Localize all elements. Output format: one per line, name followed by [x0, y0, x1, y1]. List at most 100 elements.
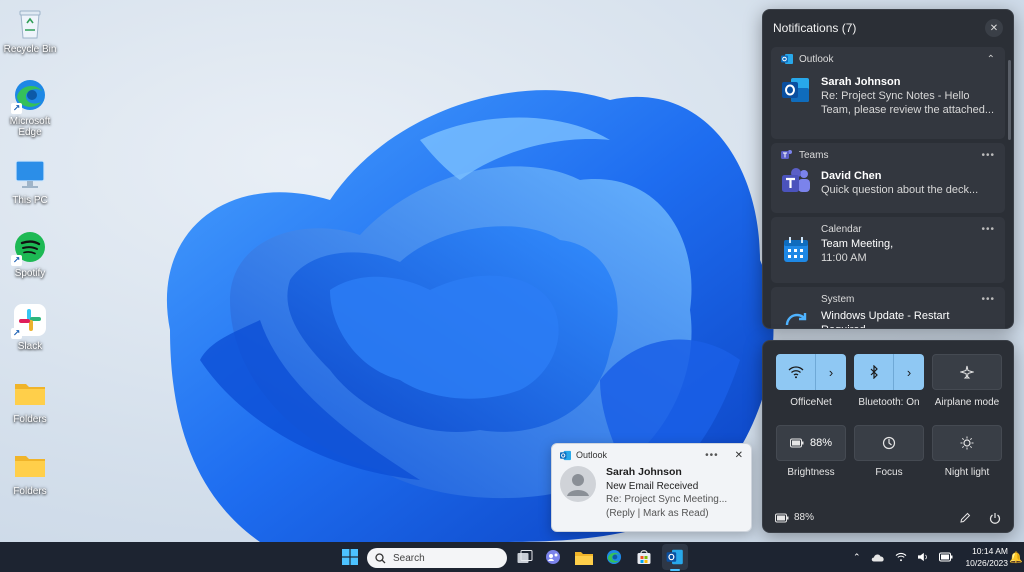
outlook-toast-notification[interactable]: Outlook ••• ✕ Sarah Johnson New Email Re…: [551, 443, 752, 532]
toast-header: Outlook ••• ✕: [552, 444, 751, 466]
taskbar-search[interactable]: Search: [367, 548, 507, 568]
edge-icon: [606, 549, 622, 565]
card-message: Windows Update - Restart Required: [821, 310, 950, 328]
card-event-time: 11:00 AM: [821, 252, 867, 264]
spotify-icon: ↗: [11, 230, 47, 266]
power-icon[interactable]: [989, 512, 1001, 524]
tile-label: OfficeNet: [790, 397, 832, 408]
speaker-icon[interactable]: [917, 552, 929, 562]
toast-content: Sarah Johnson New Email Received Re: Pro…: [552, 466, 751, 520]
shortcut-arrow-icon: ↗: [11, 328, 22, 339]
more-options-icon[interactable]: •••: [981, 150, 995, 161]
night-light-toggle[interactable]: [932, 425, 1002, 461]
chevron-up-icon[interactable]: ⌃: [853, 552, 861, 563]
folder-icon: [575, 551, 593, 565]
task-view-icon: [517, 550, 533, 563]
card-text: Windows Update - Restart Required: [821, 309, 995, 328]
teams-chat-button[interactable]: [543, 547, 563, 567]
brightness-tile[interactable]: 88%: [776, 425, 846, 461]
battery-icon: [789, 438, 804, 448]
desktop-icon-edge[interactable]: ↗ Microsoft Edge: [0, 78, 60, 138]
card-body: Windows Update - Restart Required: [771, 309, 1005, 328]
teams-icon: [782, 168, 810, 192]
search-placeholder: Search: [393, 552, 425, 564]
more-options-icon[interactable]: •••: [981, 294, 995, 305]
notification-bell-icon[interactable]: 🔔: [1009, 551, 1023, 564]
close-icon[interactable]: ✕: [985, 19, 1003, 37]
refresh-icon: [785, 313, 807, 326]
taskbar-clock[interactable]: 10:14 AM 10/26/2023: [946, 545, 1008, 569]
monitor-icon: [13, 157, 47, 191]
desktop-icon-label: This PC: [12, 195, 48, 206]
battery-icon: [775, 513, 789, 522]
chevron-right-icon[interactable]: ›: [816, 354, 846, 390]
desktop-icon-folder[interactable]: Folders: [0, 448, 60, 497]
file-explorer-button[interactable]: [574, 547, 594, 567]
tile-label: Focus: [875, 467, 903, 478]
store-button[interactable]: [634, 547, 654, 567]
outlook-icon: [781, 54, 793, 64]
desktop-icon-label: Slack: [17, 341, 43, 352]
wifi-icon[interactable]: [776, 354, 816, 390]
start-button[interactable]: [340, 547, 360, 567]
desktop-icon-recycle-bin[interactable]: Recycle Bin: [0, 6, 60, 55]
task-view-button[interactable]: [515, 547, 535, 567]
toast-subject: New Email Received: [606, 480, 699, 492]
card-body: Team Meeting, 11:00 AM: [771, 237, 1005, 265]
notification-card-outlook[interactable]: Outlook ⌃ Sarah Johnson Re: Project Sync…: [771, 47, 1005, 139]
card-app-row: Teams •••: [771, 143, 1005, 167]
notification-card-system[interactable]: System ••• Windows Update - Restart Requ…: [771, 287, 1005, 328]
clock-date: 10/26/2023: [965, 558, 1008, 568]
tile-label: Bluetooth: On: [858, 397, 920, 408]
toast-actions[interactable]: (Reply | Mark as Read): [606, 507, 727, 521]
card-app-name: Calendar: [821, 223, 862, 235]
slack-icon: ↗: [11, 303, 47, 339]
shortcut-arrow-icon: ↗: [11, 103, 22, 114]
desktop-icon-slack[interactable]: ↗ Slack: [0, 303, 60, 352]
onedrive-cloud-icon[interactable]: [871, 553, 885, 562]
battery-percentage: 88%: [794, 512, 815, 523]
desktop-icon-this-pc[interactable]: This PC: [0, 157, 60, 206]
folder-icon: [13, 376, 47, 410]
quick-settings-panel: › OfficeNet › Bluetooth: On Airplane mod…: [762, 340, 1014, 533]
close-icon[interactable]: ✕: [735, 450, 743, 461]
scrollbar[interactable]: [1008, 60, 1011, 140]
avatar: [560, 466, 596, 502]
notification-card-calendar[interactable]: Calendar ••• Team Meeting, 11:00 AM: [771, 217, 1005, 283]
quick-settings-footer: 88%: [763, 501, 1013, 534]
card-app-name: System: [821, 293, 855, 305]
edge-taskbar-button[interactable]: [604, 547, 624, 567]
brightness-value: 88%: [809, 437, 833, 449]
card-text: David Chen Quick question about the deck…: [821, 167, 978, 197]
toast-text: Sarah Johnson New Email Received Re: Pro…: [606, 466, 727, 520]
system-tray: ⌃: [853, 542, 953, 572]
night-light-icon: [960, 436, 974, 450]
card-text: Team Meeting, 11:00 AM: [821, 237, 893, 265]
chat-icon: [546, 550, 560, 564]
store-icon: [637, 550, 651, 564]
focus-toggle[interactable]: [854, 425, 924, 461]
edit-pencil-icon[interactable]: [959, 512, 971, 524]
desktop-icon-label: Spotify: [14, 268, 46, 279]
desktop-icon-folder[interactable]: Folders: [0, 376, 60, 425]
chevron-up-icon[interactable]: ⌃: [987, 54, 995, 65]
notification-card-teams[interactable]: Teams ••• David Chen Quick question abou…: [771, 143, 1005, 213]
shortcut-arrow-icon: ↗: [11, 255, 22, 266]
airplane-mode-toggle[interactable]: [932, 354, 1002, 390]
outlook-taskbar-button[interactable]: [662, 544, 688, 570]
desktop-icon-label: Folders: [13, 486, 47, 497]
desktop-icon-spotify[interactable]: ↗ Spotify: [0, 230, 60, 279]
more-options-icon[interactable]: •••: [705, 450, 719, 461]
battery-status[interactable]: 88%: [775, 512, 814, 523]
chevron-right-icon[interactable]: ›: [894, 354, 924, 390]
wifi-toggle[interactable]: ›: [776, 354, 846, 390]
bluetooth-icon[interactable]: [854, 354, 894, 390]
tile-label: Airplane mode: [934, 397, 1000, 408]
airplane-icon: [960, 365, 974, 379]
windows-logo-icon: [342, 549, 358, 565]
card-text: Sarah Johnson Re: Project Sync Notes - H…: [821, 75, 995, 117]
tile-label: Night light: [944, 467, 990, 478]
more-options-icon[interactable]: •••: [981, 224, 995, 235]
bluetooth-toggle[interactable]: ›: [854, 354, 924, 390]
wifi-icon[interactable]: [895, 552, 907, 562]
